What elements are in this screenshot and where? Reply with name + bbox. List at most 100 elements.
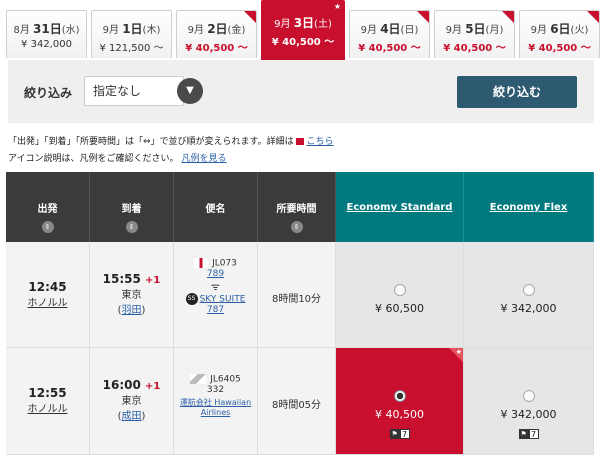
seats-remaining: ⚑ 7 — [389, 428, 410, 440]
tab-day: 4日 — [380, 22, 401, 36]
row1-depart-cell: 12:45 ホノルル — [6, 242, 90, 348]
filter-select[interactable]: 指定なし — [84, 76, 184, 106]
star-icon: ★ — [449, 348, 463, 362]
next-day-badge: +1 — [145, 381, 161, 392]
date-tab-sep2[interactable]: 9月 2日(金) ¥ 40,500 ～ — [176, 10, 257, 58]
fare-price: ¥ 342,000 — [500, 302, 557, 315]
lowest-fare-corner-icon — [417, 11, 429, 23]
operator-link[interactable]: 運航会社 Hawaiian Airlines — [174, 397, 257, 417]
arrive-time: 15:55 — [102, 272, 141, 286]
depart-city[interactable]: ホノルル — [6, 294, 89, 309]
sort-icon[interactable]: ⇕ — [41, 221, 54, 233]
row2-arrive-cell: 16:00 +1 東京 (成田) — [90, 348, 174, 455]
chevron-down-icon[interactable]: ▼ — [177, 78, 203, 104]
date-tab-sep5[interactable]: 9月 5日(月) ¥ 40,500 ～ — [434, 10, 515, 58]
tab-day: 1日 — [122, 22, 143, 36]
fare-radio-selected[interactable] — [393, 390, 406, 402]
tab-day: 6日 — [550, 22, 571, 36]
sort-icon[interactable]: ⇕ — [290, 221, 303, 233]
arrive-city: 東京 — [121, 396, 142, 407]
row2-depart-cell: 12:55 ホノルル — [6, 348, 90, 455]
fare-price: ¥ 342,000 — [500, 408, 557, 421]
tab-weekday: (水) — [61, 25, 80, 36]
details-link[interactable]: こちら — [307, 137, 334, 147]
tab-price: ¥ 40,500 ～ — [358, 43, 421, 54]
header-label: 出発 — [37, 204, 58, 215]
header-label: 便名 — [205, 204, 226, 215]
tab-weekday: (月) — [485, 25, 504, 36]
tab-month: 9月 — [360, 25, 377, 36]
tab-day: 5日 — [465, 22, 486, 36]
tab-weekday: (日) — [400, 25, 419, 36]
row1-flight-cell: JL073 789 ᯤ SS SKY SUITE 787 — [174, 242, 258, 348]
fare-radio[interactable] — [522, 390, 535, 402]
header-economy-flex[interactable]: Economy Flex — [464, 172, 594, 242]
tab-price: ¥ 121,500 ～ — [99, 43, 164, 54]
tab-month: 9月 — [102, 25, 119, 36]
tab-month: 9月 — [187, 25, 204, 36]
date-tab-sep3-selected[interactable]: ★ 9月 3日(土) ¥ 40,500 ～ — [261, 0, 345, 60]
header-economy-standard[interactable]: Economy Standard — [336, 172, 464, 242]
header-label: 到着 — [121, 204, 142, 215]
row2-fare-flex[interactable]: ¥ 342,000 ⚑ 7 — [464, 348, 594, 455]
date-tab-sep4[interactable]: 9月 4日(日) ¥ 40,500 ～ — [349, 10, 430, 58]
tab-price: ¥ 40,500 ～ — [185, 43, 248, 54]
star-icon: ★ — [333, 2, 341, 11]
header-depart[interactable]: 出発 ⇕ — [6, 172, 90, 242]
lowest-fare-corner-icon — [587, 11, 599, 23]
wifi-icon: ᯤ — [210, 281, 221, 293]
date-tab-sep1[interactable]: 9月 1日(木) ¥ 121,500 ～ — [91, 10, 172, 58]
flight-number: JL073 — [212, 258, 237, 269]
flight-number: JL6405 — [210, 374, 241, 385]
date-tab-sep6[interactable]: 9月 6日(火) ¥ 40,500 ～ — [519, 10, 600, 58]
legend-link[interactable]: 凡例を見る — [181, 154, 226, 164]
arrive-airport-link[interactable]: 羽田 — [122, 305, 142, 316]
seat-name-link[interactable]: SKY SUITE — [200, 294, 246, 304]
sky-suite-icon: SS — [185, 292, 198, 305]
tab-day: 3日 — [293, 16, 315, 30]
lowest-fare-corner-icon — [502, 11, 514, 23]
apply-filter-button[interactable]: 絞り込む — [457, 76, 577, 108]
tab-price: ¥ 40,500 ～ — [528, 43, 591, 54]
row2-duration-cell: 8時間05分 — [258, 348, 336, 455]
arrive-airport-link[interactable]: 成田 — [122, 411, 142, 422]
fare-radio[interactable] — [522, 284, 535, 296]
seat-icon: ⚑ — [518, 428, 529, 439]
row2-fare-standard-selected[interactable]: ★ ¥ 40,500 ⚑ 7 — [336, 348, 464, 455]
seat-code-link[interactable]: 787 — [174, 305, 257, 315]
arrive-time: 16:00 — [102, 378, 141, 392]
aircraft-link[interactable]: 789 — [174, 269, 257, 279]
tab-month: 9月 — [530, 25, 547, 36]
legend-note-text: アイコン説明は、凡例をご確認ください。 — [8, 154, 179, 164]
tab-day: 2日 — [207, 22, 228, 36]
tab-price: ¥ 40,500 ～ — [271, 37, 335, 48]
sort-note-text: 「出発」「到着」「所要時間」は「⇔」で並び順が変えられます。詳細は — [8, 137, 294, 147]
tab-price: ¥ 342,000 — [21, 39, 72, 50]
depart-time: 12:55 — [28, 386, 67, 400]
date-tab-aug31[interactable]: 8月 31日(水) ¥ 342,000 — [6, 10, 87, 58]
fare-radio[interactable] — [393, 284, 406, 296]
row1-fare-standard[interactable]: ¥ 60,500 — [336, 242, 464, 348]
header-arrive[interactable]: 到着 ⇕ — [90, 172, 174, 242]
fare-price: ¥ 60,500 — [375, 302, 424, 315]
date-tabs: 8月 31日(水) ¥ 342,000 9月 1日(木) ¥ 121,500 ～… — [0, 0, 600, 60]
partner-airline-tail-icon — [190, 374, 207, 384]
fare-price: ¥ 40,500 — [375, 408, 424, 421]
seat-icon: ⚑ — [389, 428, 400, 439]
tab-weekday: (土) — [314, 19, 332, 30]
row2-flight-cell: JL6405 332 運航会社 Hawaiian Airlines — [174, 348, 258, 455]
row1-fare-flex[interactable]: ¥ 342,000 — [464, 242, 594, 348]
sort-icon[interactable]: ⇕ — [125, 221, 138, 233]
tab-price: ¥ 40,500 ～ — [443, 43, 506, 54]
depart-city[interactable]: ホノルル — [6, 400, 89, 415]
seat-count: 7 — [528, 428, 539, 439]
header-duration[interactable]: 所要時間 ⇕ — [258, 172, 336, 242]
row1-arrive-cell: 15:55 +1 東京 (羽田) — [90, 242, 174, 348]
depart-time: 12:45 — [28, 280, 67, 294]
header-label: Economy Flex — [489, 202, 568, 213]
legend-note: アイコン説明は、凡例をご確認ください。 凡例を見る — [8, 151, 226, 164]
flag-icon — [295, 138, 304, 145]
seat-count: 7 — [399, 428, 410, 439]
jal-logo-icon — [194, 258, 209, 268]
tab-month: 9月 — [274, 19, 291, 30]
